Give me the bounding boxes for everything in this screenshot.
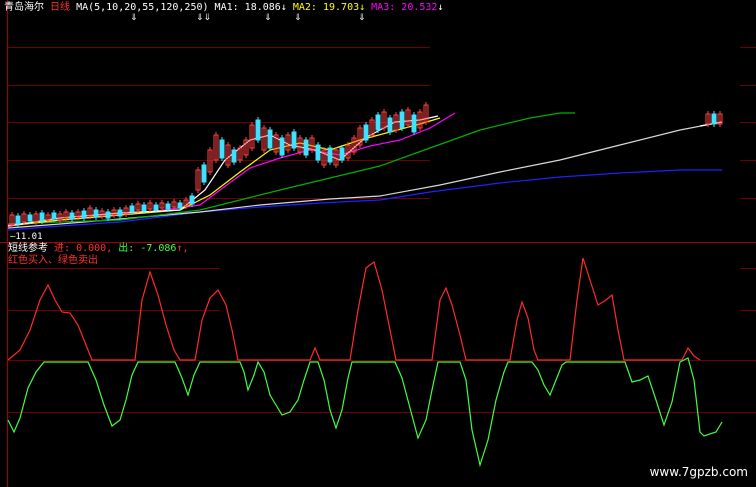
candle-body: [153, 204, 159, 211]
candle-body: [303, 139, 309, 156]
candle-body: [219, 139, 225, 159]
svg-text:⇓: ⇓: [130, 13, 138, 23]
indicator-out-arrow: ↑,: [176, 243, 189, 254]
date-marker: —11.01: [10, 231, 43, 243]
candle-body: [327, 147, 333, 163]
candle-body: [117, 209, 123, 217]
candle-body: [165, 203, 171, 210]
stock-name[interactable]: 青岛海尔: [4, 2, 44, 13]
ma6-line: [7, 169, 722, 231]
candle-body: [81, 210, 87, 219]
indicator-in-label: 进:: [54, 243, 71, 254]
ma-params[interactable]: MA(5,10,20,55,120,250): [76, 2, 208, 13]
sell-signal-line: [7, 357, 723, 468]
indicator-header: 短线参考 进: 0.000, 出: -7.086↑,: [8, 243, 188, 255]
candle-body: [399, 111, 405, 129]
indicator-in-value: 0.000,: [76, 243, 113, 254]
candle-body: [387, 117, 393, 133]
candle-body: [15, 215, 21, 225]
candle-body: [27, 214, 33, 222]
ma2-label: MA2:: [292, 2, 317, 13]
indicator-title[interactable]: 短线参考: [8, 243, 48, 254]
candle-body: [51, 212, 57, 220]
ma1-label: MA1:: [214, 2, 239, 13]
buy-signal-line: [7, 257, 701, 361]
candle-body: [93, 209, 99, 218]
candlesticks: [9, 102, 723, 228]
candle-body: [177, 202, 183, 209]
ma1-value: 18.086: [244, 2, 281, 13]
candle-body: [279, 137, 285, 156]
candle-body: [255, 119, 261, 141]
period-label[interactable]: 日线: [50, 2, 70, 13]
svg-text:⇓: ⇓: [358, 13, 366, 23]
indicator-out-label: 出:: [118, 243, 135, 254]
candle-body: [129, 205, 135, 213]
candle-body: [69, 212, 75, 220]
ma1-arrow: ↓: [280, 2, 287, 13]
candle-body: [411, 114, 417, 133]
date-marker-value: 11.01: [15, 232, 43, 242]
candle-body: [267, 129, 273, 149]
ma3-value: 20.532: [401, 2, 438, 13]
candle-body: [141, 204, 147, 212]
candle-body: [363, 124, 369, 141]
chart-header: 青岛海尔 日线 MA(5,10,20,55,120,250) MA1: 18.0…: [4, 2, 443, 14]
svg-text:⇓: ⇓: [294, 13, 302, 23]
ma3-arrow: ↓: [437, 2, 444, 13]
header-markers: ⇓ ⇓⇓ ⇓ ⇓ ⇓: [130, 13, 366, 23]
candle-body: [339, 147, 345, 161]
indicator-out-value: -7.086: [140, 243, 177, 254]
indicator-lines: [7, 257, 723, 468]
svg-text:⇓⇓: ⇓⇓: [196, 13, 211, 23]
candle-body: [711, 113, 717, 125]
ma3-label: MA3:: [371, 2, 396, 13]
ma2-arrow: ↓: [359, 2, 366, 13]
candle-body: [375, 114, 381, 131]
candle-body: [291, 131, 297, 149]
candle-body: [189, 195, 195, 205]
indicator-legend: 红色买入、绿色卖出: [8, 255, 98, 266]
ma2-value: 19.703: [322, 2, 360, 13]
candle-body: [315, 144, 321, 161]
candle-body: [201, 164, 207, 183]
svg-text:⇓: ⇓: [264, 13, 272, 23]
ma4-line: [7, 112, 575, 225]
candle-body: [105, 211, 111, 219]
candle-body: [231, 149, 237, 163]
candle-body: [39, 212, 45, 222]
watermark: www.7gpzb.com: [649, 465, 748, 479]
